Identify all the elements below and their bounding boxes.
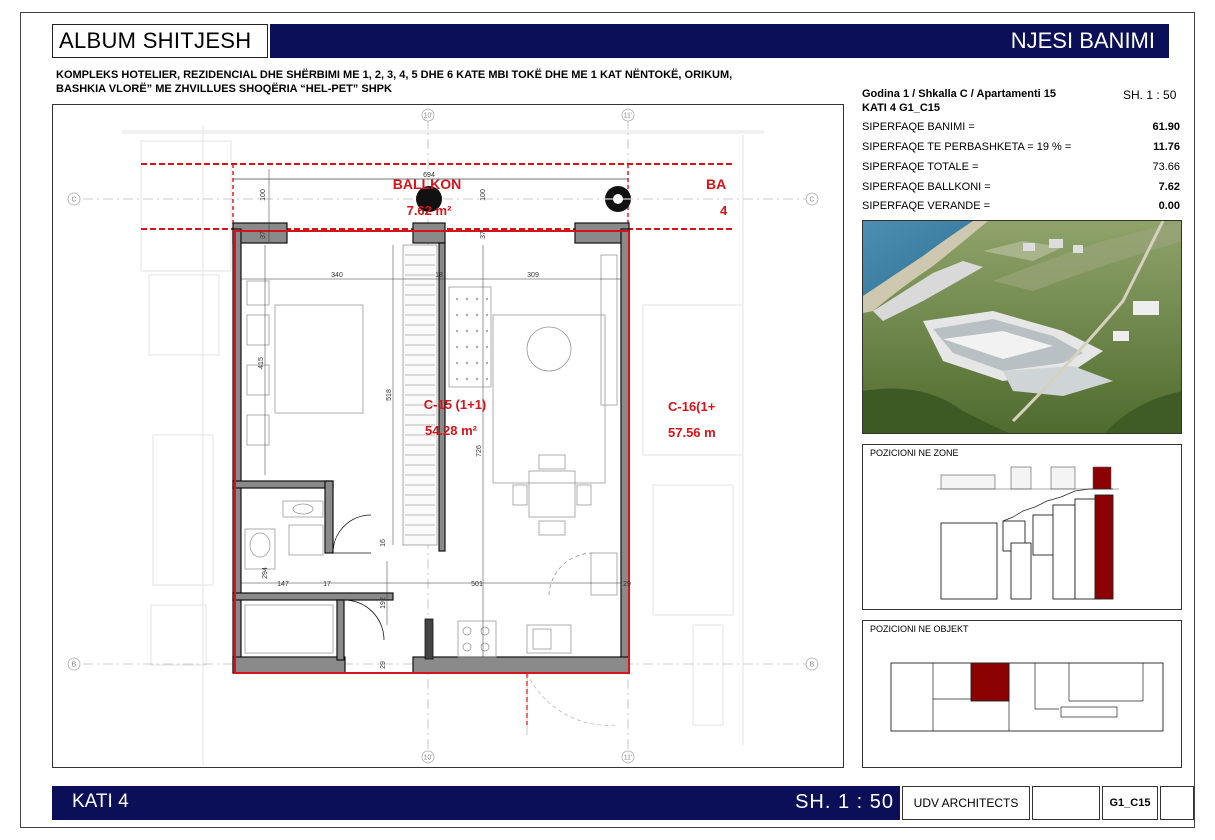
dim-294: 294 xyxy=(262,567,269,579)
area-label: SIPERFAQE TE PERBASHKETA = 19 % = xyxy=(862,141,1072,153)
footer-scale: SH. 1 : 50 xyxy=(795,791,894,813)
axis-label-c-left: C xyxy=(71,197,76,204)
dim-100-right: 100 xyxy=(480,189,487,201)
aerial-render-illustration xyxy=(863,221,1181,433)
dim-192: 192 xyxy=(380,597,387,609)
balcony xyxy=(141,163,733,230)
dim-37-right: 37 xyxy=(480,231,487,239)
dim-16: 16 xyxy=(380,539,387,547)
dim-415: 415 xyxy=(258,357,265,369)
album-title: ALBUM SHITJESH xyxy=(52,24,268,58)
neighbor-unit-area: 57.56 m xyxy=(668,425,716,440)
axis-label-b-left: B xyxy=(72,662,77,669)
object-position-panel: POZICIONI NE OBJEKT xyxy=(862,620,1182,768)
area-row-perbashketa: SIPERFAQE TE PERBASHKETA = 19 % = 11.76 xyxy=(862,141,1180,157)
wardrobe xyxy=(402,244,438,546)
axis-label-11-top: 11' xyxy=(624,113,633,120)
zone-position-label: POZICIONI NE ZONE xyxy=(870,448,959,458)
dim-17: 17 xyxy=(323,581,331,588)
axis-label-b-right: B xyxy=(810,662,815,669)
dim-147: 147 xyxy=(277,581,289,588)
project-description: KOMPLEKS HOTELIER, REZIDENCIAL DHE SHËRB… xyxy=(56,68,826,96)
footer-empty-cell xyxy=(1160,786,1194,820)
dim-309: 309 xyxy=(527,272,539,279)
section-title: NJESI BANIMI xyxy=(1010,28,1155,53)
axis-label-10-top: 10' xyxy=(423,113,432,120)
dim-726: 726 xyxy=(476,445,483,457)
project-line-1: KOMPLEKS HOTELIER, REZIDENCIAL DHE SHËRB… xyxy=(56,69,733,81)
unit-area: 54.28 m² xyxy=(425,423,478,438)
area-value: 7.62 xyxy=(1158,181,1180,193)
area-row-ballkoni: SIPERFAQE BALLKONI = 7.62 xyxy=(862,181,1180,197)
axis-label-10-bottom: 10' xyxy=(423,755,432,762)
project-line-2: BASHKIA VLORË” ME ZHVILLUES SHOQËRIA “HE… xyxy=(56,83,392,95)
neighbor-balcony-area: 4 xyxy=(720,203,728,218)
dim-340: 340 xyxy=(331,272,343,279)
area-row-totale: SIPERFAQE TOTALE = 73.66 xyxy=(862,161,1180,177)
dim-29-right: 29 xyxy=(623,581,631,588)
dim-100-left: 100 xyxy=(260,189,267,201)
neighbor-balcony-label: BA xyxy=(706,176,726,192)
object-position-label: POZICIONI NE OBJEKT xyxy=(870,624,969,634)
unit-scale: SH. 1 : 50 xyxy=(1123,88,1177,102)
dim-518: 518 xyxy=(386,389,393,401)
zone-position-diagram xyxy=(937,466,1119,600)
area-value: 61.90 xyxy=(1152,121,1180,133)
area-value: 73.66 xyxy=(1152,161,1180,173)
axis-label-c-right: C xyxy=(809,197,814,204)
balcony-area: 7.62 m² xyxy=(407,203,452,218)
unit-location: Godina 1 / Shkalla C / Apartamenti 15 xyxy=(862,88,1056,100)
footer-architect: UDV ARCHITECTS xyxy=(902,786,1030,820)
footer-code: G1_C15 xyxy=(1102,786,1158,820)
neighbor-unit-lines xyxy=(526,672,618,735)
zone-position-panel: POZICIONI NE ZONE xyxy=(862,444,1182,610)
dim-501: 501 xyxy=(471,581,483,588)
dim-37-left: 37 xyxy=(260,231,267,239)
aerial-render-image xyxy=(862,220,1182,434)
unit-label: C-15 (1+1) xyxy=(424,397,487,412)
area-value: 0.00 xyxy=(1158,200,1180,212)
area-label: SIPERFAQE BALLKONI = xyxy=(862,181,991,193)
dim-29-bottom: 29 xyxy=(380,661,387,669)
area-label: SIPERFAQE BANIMI = xyxy=(862,121,975,133)
object-position-diagram xyxy=(890,662,1164,732)
footer-band: KATI 4 SH. 1 : 50 xyxy=(52,786,900,820)
axis-label-11-bottom: 11' xyxy=(624,755,633,762)
area-value: 11.76 xyxy=(1153,141,1180,153)
kitchen xyxy=(424,618,572,660)
floor-plan-panel: C C B B 10' 11' 10' 11' 694 100 100 37 3… xyxy=(52,104,844,768)
area-row-banimi: SIPERFAQE BANIMI = 61.90 xyxy=(862,121,1180,137)
section-title-band: NJESI BANIMI xyxy=(270,24,1169,58)
unit-floor-code: KATI 4 G1_C15 xyxy=(862,102,941,114)
dim-18: 18 xyxy=(435,272,443,279)
footer-blank-cell xyxy=(1032,786,1100,820)
balcony-label: BALLKON xyxy=(393,176,461,192)
area-label: SIPERFAQE VERANDE = xyxy=(862,200,991,212)
floor-plan-drawing: C C B B 10' 11' 10' 11' 694 100 100 37 3… xyxy=(67,108,819,765)
footer-floor: KATI 4 xyxy=(72,791,129,812)
area-label: SIPERFAQE TOTALE = xyxy=(862,161,979,173)
area-row-verande: SIPERFAQE VERANDE = 0.00 xyxy=(862,200,1180,216)
neighbor-unit-label: C-16(1+ xyxy=(668,399,716,414)
